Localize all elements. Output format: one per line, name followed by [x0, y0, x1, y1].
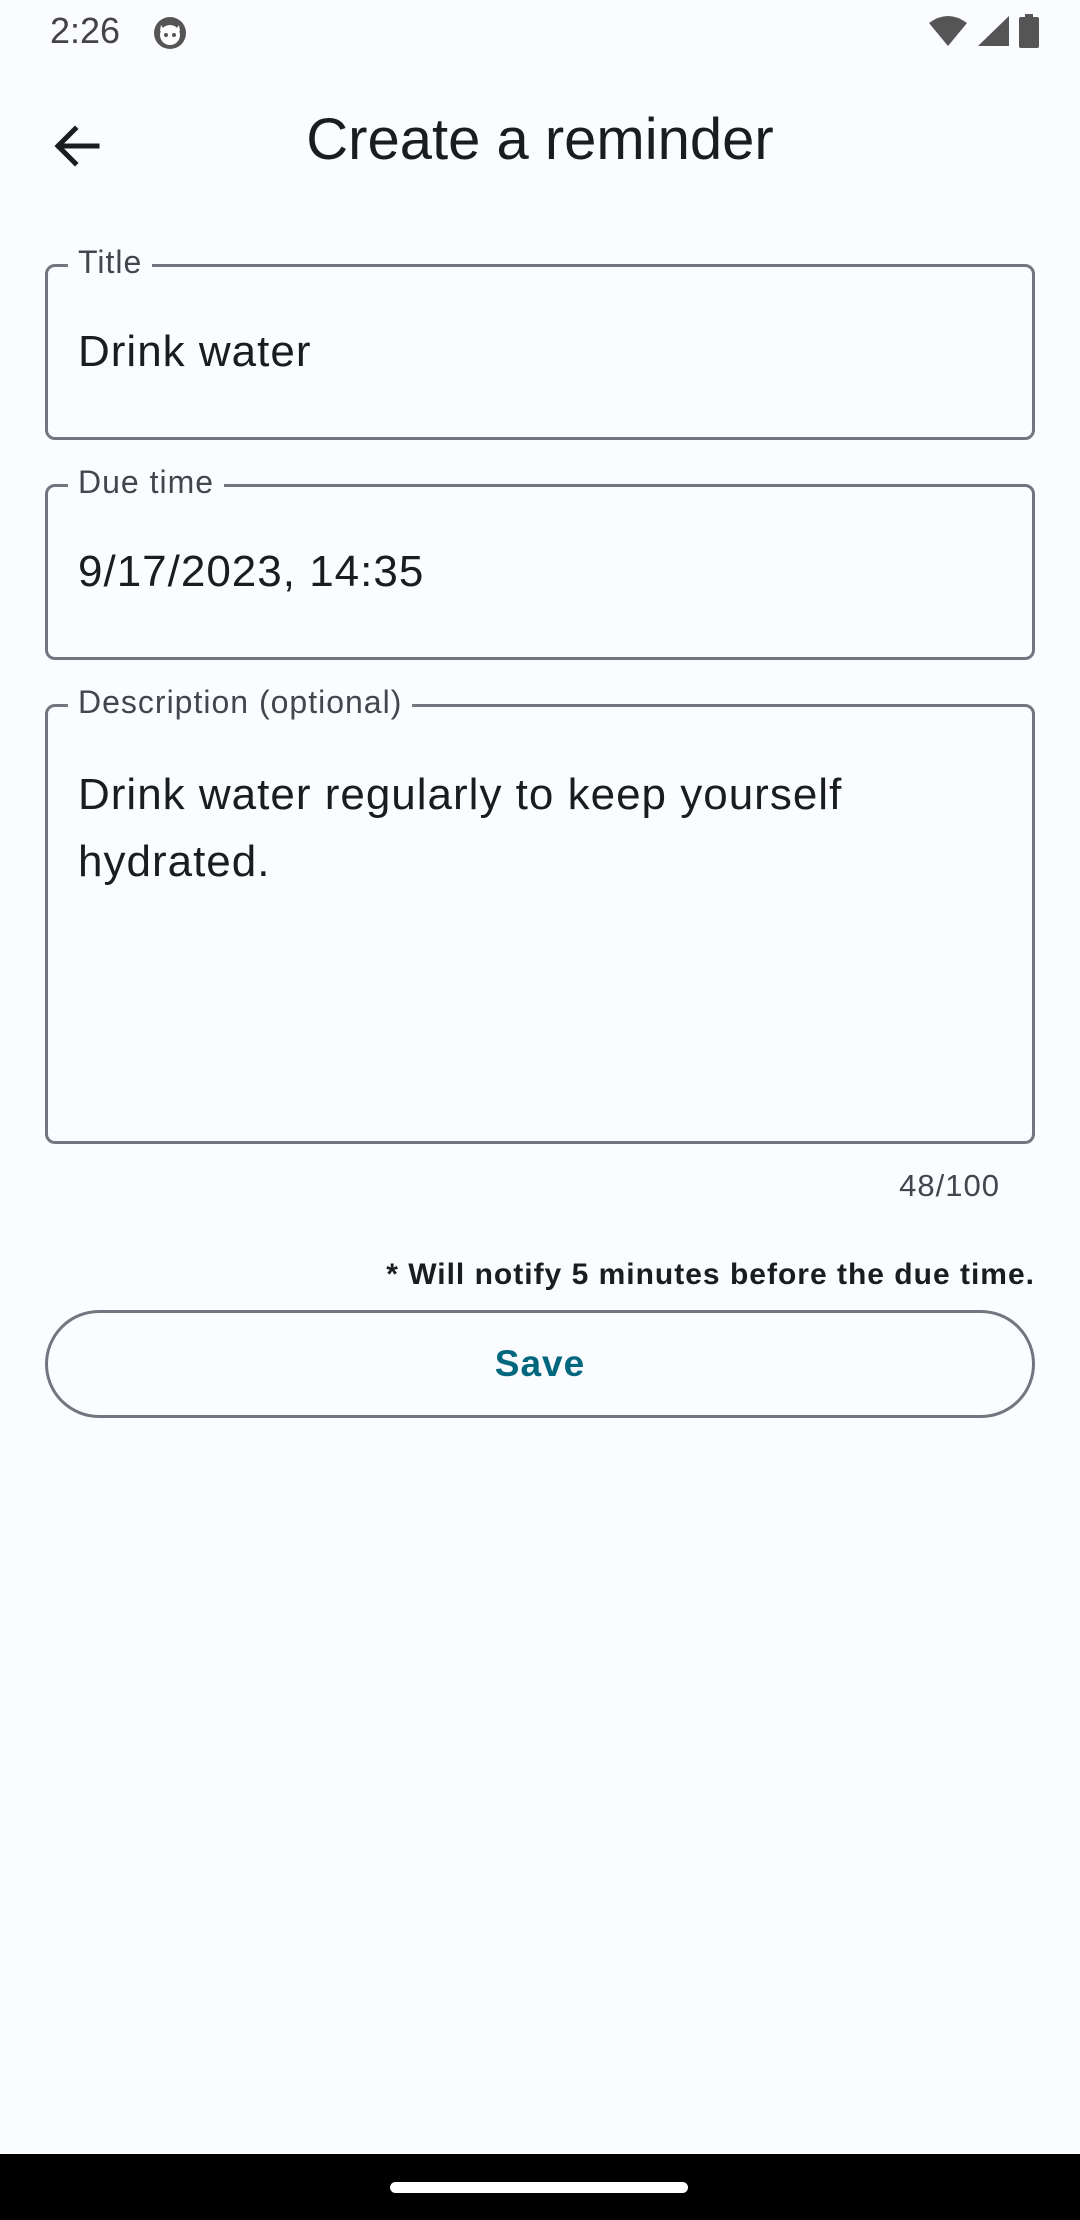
title-field[interactable]: Title Drink water: [45, 242, 1035, 440]
description-field-value[interactable]: Drink water regularly to keep yourself h…: [78, 761, 1002, 895]
title-field-label: Title: [68, 242, 153, 282]
save-button[interactable]: Save: [45, 1310, 1035, 1418]
due-time-field[interactable]: Due time 9/17/2023, 14:35: [45, 462, 1035, 660]
home-indicator[interactable]: [390, 2182, 688, 2193]
due-time-field-value[interactable]: 9/17/2023, 14:35: [78, 547, 1002, 597]
due-time-field-label: Due time: [68, 462, 225, 502]
cat-face-icon: [152, 15, 188, 51]
navigation-bar: [0, 2154, 1080, 2220]
battery-icon: [1018, 13, 1040, 53]
wifi-icon: [928, 15, 968, 52]
description-line-2: hydrated.: [78, 837, 271, 886]
description-field-label: Description (optional): [68, 682, 413, 722]
signal-icon: [976, 15, 1010, 52]
description-field[interactable]: Description (optional) Drink water regul…: [45, 682, 1035, 1144]
page-title: Create a reminder: [306, 107, 774, 172]
description-char-counter: 48/100: [899, 1168, 1000, 1203]
title-field-value[interactable]: Drink water: [78, 327, 1002, 377]
notify-note: * Will notify 5 minutes before the due t…: [386, 1258, 1035, 1291]
description-line-1: Drink water regularly to keep yourself: [78, 770, 843, 819]
app-bar: Create a reminder: [0, 66, 1080, 216]
status-icons: [928, 13, 1040, 53]
status-time: 2:26: [50, 10, 121, 51]
status-bar: 2:26: [0, 0, 1080, 66]
